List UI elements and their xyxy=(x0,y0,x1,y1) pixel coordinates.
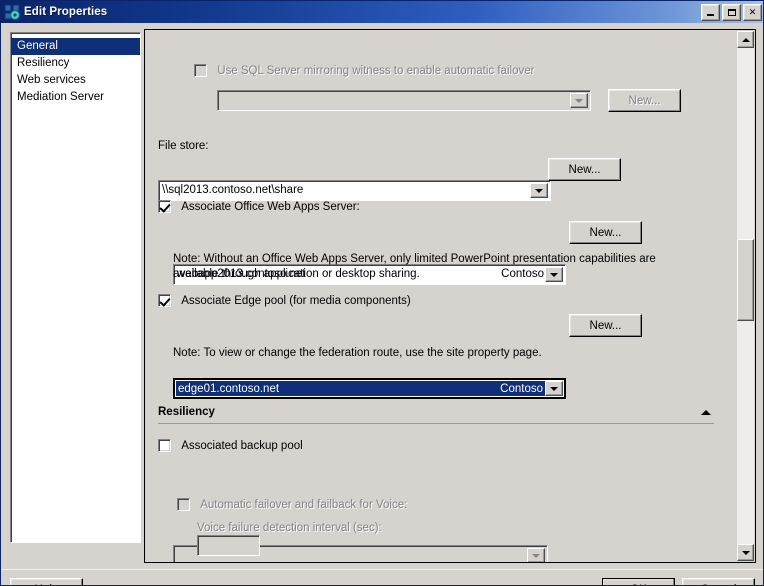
chevron-down-icon[interactable] xyxy=(530,183,548,198)
edge-pool-value-right: Contoso xyxy=(500,383,543,395)
backup-pool-checkbox[interactable] xyxy=(158,439,171,452)
vertical-scrollbar[interactable] xyxy=(737,31,754,561)
sidebar-item-resiliency[interactable]: Resiliency xyxy=(11,55,140,72)
resiliency-section-title: Resiliency xyxy=(158,406,215,418)
general-settings-panel: Use SQL Server mirroring witness to enab… xyxy=(144,29,756,563)
office-web-apps-checkbox[interactable] xyxy=(158,200,171,213)
properties-icon xyxy=(4,4,20,20)
title-bar: Edit Properties ✕ xyxy=(1,1,763,23)
edge-pool-combo[interactable]: edge01.contoso.net Contoso xyxy=(173,378,566,399)
sidebar-item-label: General xyxy=(17,40,58,52)
file-store-combo[interactable]: \\sql2013.contoso.net\share xyxy=(158,180,551,201)
voice-failover-label: Automatic failover and failback for Voic… xyxy=(200,498,408,511)
mirroring-witness-combo[interactable] xyxy=(217,90,591,111)
file-store-new-button[interactable]: New... xyxy=(548,158,621,181)
edge-pool-label: Associate Edge pool (for media component… xyxy=(181,294,411,307)
voice-interval-input[interactable] xyxy=(197,535,260,556)
section-divider xyxy=(158,423,714,424)
office-web-apps-new-button[interactable]: New... xyxy=(569,221,642,244)
dialog-footer: Help OK Cancel xyxy=(1,569,763,585)
maximize-button[interactable] xyxy=(722,4,741,21)
close-button[interactable]: ✕ xyxy=(743,4,762,21)
close-icon: ✕ xyxy=(748,7,757,17)
mirroring-witness-label: Use SQL Server mirroring witness to enab… xyxy=(217,64,535,77)
voice-failover-checkbox[interactable] xyxy=(177,498,190,511)
file-store-label: File store: xyxy=(158,140,209,152)
settings-content: Use SQL Server mirroring witness to enab… xyxy=(145,30,737,562)
sidebar-item-label: Web services xyxy=(17,74,86,86)
scrollbar-thumb[interactable] xyxy=(737,239,754,321)
cancel-button[interactable]: Cancel xyxy=(682,578,755,585)
button-label: New... xyxy=(628,94,661,107)
sidebar-item-mediation-server[interactable]: Mediation Server xyxy=(11,89,140,106)
sidebar-item-label: Resiliency xyxy=(17,57,70,69)
dialog-client-area: General Resiliency Web services Mediatio… xyxy=(1,23,763,585)
chevron-down-icon[interactable] xyxy=(570,93,588,108)
voice-interval-label: Voice failure detection interval (sec): xyxy=(197,522,382,534)
backup-pool-checkbox-row[interactable]: Associated backup pool xyxy=(158,439,303,452)
office-web-apps-label: Associate Office Web Apps Server: xyxy=(181,200,360,213)
sidebar-item-web-services[interactable]: Web services xyxy=(11,72,140,89)
button-label: New... xyxy=(568,163,601,176)
edge-pool-note: Note: To view or change the federation r… xyxy=(173,347,542,359)
window-title: Edit Properties xyxy=(24,6,108,18)
voice-failover-checkbox-row[interactable]: Automatic failover and failback for Voic… xyxy=(177,498,407,511)
button-label: New... xyxy=(589,319,622,332)
mirroring-witness-checkbox[interactable] xyxy=(194,64,207,77)
window-controls: ✕ xyxy=(701,4,762,21)
backup-pool-label: Associated backup pool xyxy=(181,439,303,452)
edge-pool-checkbox[interactable] xyxy=(158,294,171,307)
scroll-up-arrow-icon[interactable] xyxy=(737,31,754,48)
chevron-up-icon[interactable] xyxy=(701,410,711,415)
office-web-apps-checkbox-row[interactable]: Associate Office Web Apps Server: xyxy=(158,200,360,213)
scroll-down-arrow-icon[interactable] xyxy=(737,544,754,561)
chevron-down-icon[interactable] xyxy=(527,548,545,562)
minimize-button[interactable] xyxy=(701,4,720,21)
ok-button[interactable]: OK xyxy=(602,578,675,585)
edge-pool-new-button[interactable]: New... xyxy=(569,314,642,337)
file-store-value: \\sql2013.contoso.net\share xyxy=(162,184,304,196)
mirroring-witness-new-button[interactable]: New... xyxy=(608,89,681,112)
page-navigation-list[interactable]: General Resiliency Web services Mediatio… xyxy=(10,32,141,543)
chevron-down-icon[interactable] xyxy=(545,381,563,396)
mirroring-witness-combo-value xyxy=(221,91,570,110)
edit-properties-window: Edit Properties ✕ General Resiliency Web… xyxy=(0,0,764,586)
help-button[interactable]: Help xyxy=(10,578,83,585)
button-label: New... xyxy=(589,226,622,239)
mirroring-witness-checkbox-row[interactable]: Use SQL Server mirroring witness to enab… xyxy=(194,64,534,77)
office-web-apps-note: Note: Without an Office Web Apps Server,… xyxy=(173,253,656,280)
edge-pool-value: edge01.contoso.net xyxy=(178,383,280,395)
sidebar-item-general[interactable]: General xyxy=(11,38,140,55)
sidebar-item-label: Mediation Server xyxy=(17,91,104,103)
edge-pool-checkbox-row[interactable]: Associate Edge pool (for media component… xyxy=(158,294,411,307)
